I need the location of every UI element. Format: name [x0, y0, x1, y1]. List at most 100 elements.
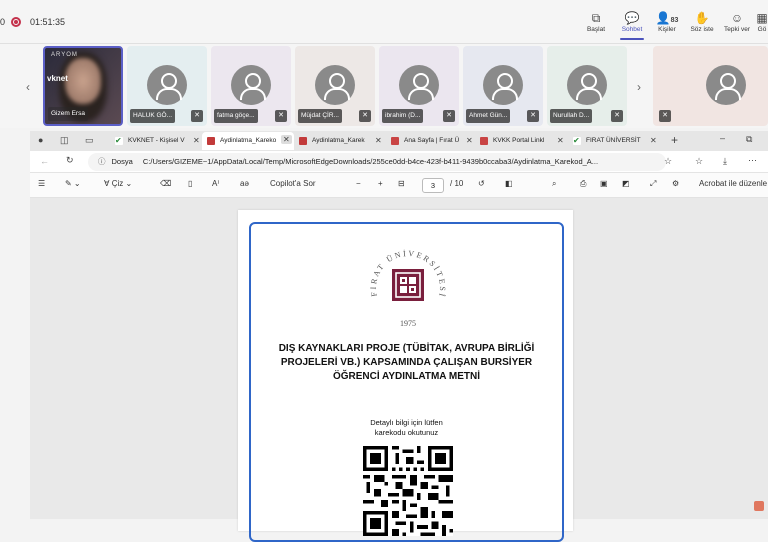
firat-favicon-icon [391, 137, 399, 145]
draw-button[interactable]: ∀ Çiz ⌄ [104, 179, 132, 188]
text-box-icon[interactable]: ▯ [188, 179, 192, 188]
pdf-viewer: FIRAT ÜNİVERSİTESİ 1975 DIŞ KAYNAKLARI P… [30, 198, 768, 542]
participant-background-logo: ARYOM [51, 52, 78, 58]
eraser-icon[interactable]: ⌫ [160, 179, 171, 188]
settings-gear-icon[interactable]: ⚙ [672, 179, 679, 188]
pdf-favicon-icon [207, 137, 215, 145]
check-favicon-icon: ✔ [573, 136, 581, 145]
downloads-icon[interactable]: ⤓ [723, 156, 727, 167]
new-tab-icon[interactable]: + [671, 133, 678, 147]
highlight-icon[interactable]: ✎ ⌄ [65, 179, 81, 188]
tab-aydinlatma[interactable]: Aydinlatma_Karek [294, 132, 374, 150]
participant-tile[interactable]: Ahmet Gün... ✕ [463, 46, 543, 126]
search-icon[interactable]: ⌕ [552, 179, 556, 189]
avatar-icon [231, 65, 271, 105]
qr-instruction: Detaylı bilgi için lütfen karekodu okutu… [370, 418, 443, 437]
zoom-out-icon[interactable]: − [356, 179, 361, 188]
fit-page-icon[interactable]: ⊟ [398, 179, 405, 188]
tab-firat-universitesi[interactable]: ✔ FIRAT ÜNİVERSİT [568, 132, 648, 150]
participant-tile[interactable]: ARYOM vknet Gizem Ersa [43, 46, 123, 126]
page-border: FIRAT ÜNİVERSİTESİ 1975 DIŞ KAYNAKLARI P… [249, 222, 564, 542]
chat-button[interactable]: 💬 Sohbet [612, 10, 652, 40]
university-seal-logo: FIRAT ÜNİVERSİTESİ 1975 [369, 249, 445, 328]
participant-name: HALUK GÖ... [130, 109, 176, 123]
react-icon: ☺ [730, 11, 744, 25]
restore-icon[interactable]: ⧉ [746, 134, 752, 145]
people-button[interactable]: 👤83 Kişiler [647, 10, 687, 40]
profile-icon[interactable]: ● [38, 135, 43, 145]
raise-hand-button[interactable]: ✋ Söz iste [682, 10, 722, 40]
chevron-left-icon[interactable]: ‹ [26, 80, 30, 94]
zoom-in-icon[interactable]: + [378, 179, 383, 188]
pdf-favicon-icon [299, 137, 307, 145]
tab-close-icon[interactable]: ✕ [557, 136, 564, 145]
raise-hand-icon: ✋ [694, 11, 710, 25]
react-button[interactable]: ☺ Tepki ver [717, 10, 757, 40]
mic-muted-icon: ✕ [191, 110, 203, 122]
tab-ana-sayfa[interactable]: Ana Sayfa | Fırat Ü [386, 132, 468, 150]
back-icon[interactable]: ← [40, 156, 49, 166]
tab-close-icon[interactable]: ✕ [650, 136, 657, 145]
participant-tile[interactable]: Nurullah D... ✕ [547, 46, 627, 126]
tab-kvknet[interactable]: ✔ KVKNET - Kişisel V [110, 132, 200, 150]
view-icon: ▦ [756, 11, 768, 25]
address-field[interactable]: ⓘ Dosya C:/Users/GIZEME~1/AppData/Local/T… [88, 153, 666, 171]
view-button[interactable]: ▦ Gö [752, 10, 768, 40]
contents-icon[interactable]: ☰ [38, 179, 45, 188]
mic-muted-icon: ✕ [611, 110, 623, 122]
read-aloud-icon[interactable]: A⁾ [212, 179, 219, 188]
document-title: DIŞ KAYNAKLARI PROJE (TÜBİTAK, AVRUPA Bİ… [278, 343, 535, 382]
save-icon[interactable]: ▣ [600, 179, 608, 188]
participant-strip: ‹ ARYOM vknet Gizem Ersa HALUK GÖ... ✕ f… [0, 44, 768, 128]
people-icon: 👤 [655, 11, 671, 25]
share-button[interactable]: ⧉ Başlat [576, 10, 616, 40]
participant-tile[interactable]: ibrahim (D... ✕ [379, 46, 459, 126]
avatar-icon [706, 65, 746, 105]
participant-name: fatma göçe... [214, 109, 258, 123]
participant-name: ibrahim (D... [382, 109, 424, 123]
copilot-button[interactable]: Copilot'a Sor [270, 179, 316, 188]
participant-tile[interactable]: HALUK GÖ... ✕ [127, 46, 207, 126]
favorites-icon[interactable]: ☆ [695, 156, 703, 167]
participant-name: Gizem Ersa [48, 107, 88, 121]
print-icon[interactable]: ⎙ [580, 179, 586, 189]
chevron-right-icon[interactable]: › [637, 80, 641, 94]
mic-muted-icon: ✕ [275, 110, 287, 122]
page-view-icon[interactable]: ◧ [505, 179, 513, 188]
acrobat-edit-button[interactable]: Acrobat ile düzenle [699, 179, 767, 188]
tab-close-icon[interactable]: ✕ [375, 136, 382, 145]
meeting-toolbar: 0 01:51:35 ⧉ Başlat 💬 Sohbet 👤83 Kişiler… [0, 0, 768, 44]
participant-name: Ahmet Gün... [466, 109, 511, 123]
tab-close-icon[interactable]: ✕ [466, 136, 473, 145]
tab-close-icon[interactable]: ✕ [281, 135, 292, 144]
participant-name: Müjdat ÇİR... [298, 109, 342, 123]
recording-icon [11, 17, 21, 27]
firat-favicon-icon [480, 137, 488, 145]
page-number-input[interactable]: 3 [422, 178, 444, 193]
tab-actions-icon[interactable]: ▭ [85, 135, 94, 146]
refresh-icon[interactable]: ↻ [66, 155, 74, 166]
mic-muted-icon: ✕ [443, 110, 455, 122]
participant-tile[interactable]: fatma göçe... ✕ [211, 46, 291, 126]
favorite-star-icon[interactable]: ☆ [664, 156, 672, 167]
address-scheme-label: Dosya [111, 157, 133, 166]
mic-muted-icon: ✕ [527, 110, 539, 122]
page-total: / 10 [450, 179, 464, 188]
fullscreen-icon[interactable]: ⤢ [650, 179, 656, 189]
people-count: 83 [670, 17, 679, 24]
avatar-icon [399, 65, 439, 105]
acrobat-icon[interactable] [754, 501, 764, 511]
rotate-icon[interactable]: ↺ [478, 179, 485, 188]
workspaces-icon[interactable]: ◫ [60, 135, 69, 146]
minimize-icon[interactable]: – [720, 133, 725, 143]
info-icon: ⓘ [98, 157, 106, 166]
browser-tab-bar: ● ◫ ▭ ✔ KVKNET - Kişisel V ✕ Aydinlatma_… [30, 131, 768, 151]
save-as-icon[interactable]: ◩ [622, 179, 630, 188]
tab-close-icon[interactable]: ✕ [193, 136, 200, 145]
participant-tile[interactable]: ✕ [653, 46, 768, 126]
more-menu-icon[interactable]: ⋯ [748, 155, 757, 166]
tab-kvkk-portal[interactable]: KVKK Portal Linkl [475, 132, 557, 150]
translate-icon[interactable]: aǝ [240, 179, 249, 188]
chat-icon: 💬 [624, 11, 640, 25]
participant-tile[interactable]: Müjdat ÇİR... ✕ [295, 46, 375, 126]
